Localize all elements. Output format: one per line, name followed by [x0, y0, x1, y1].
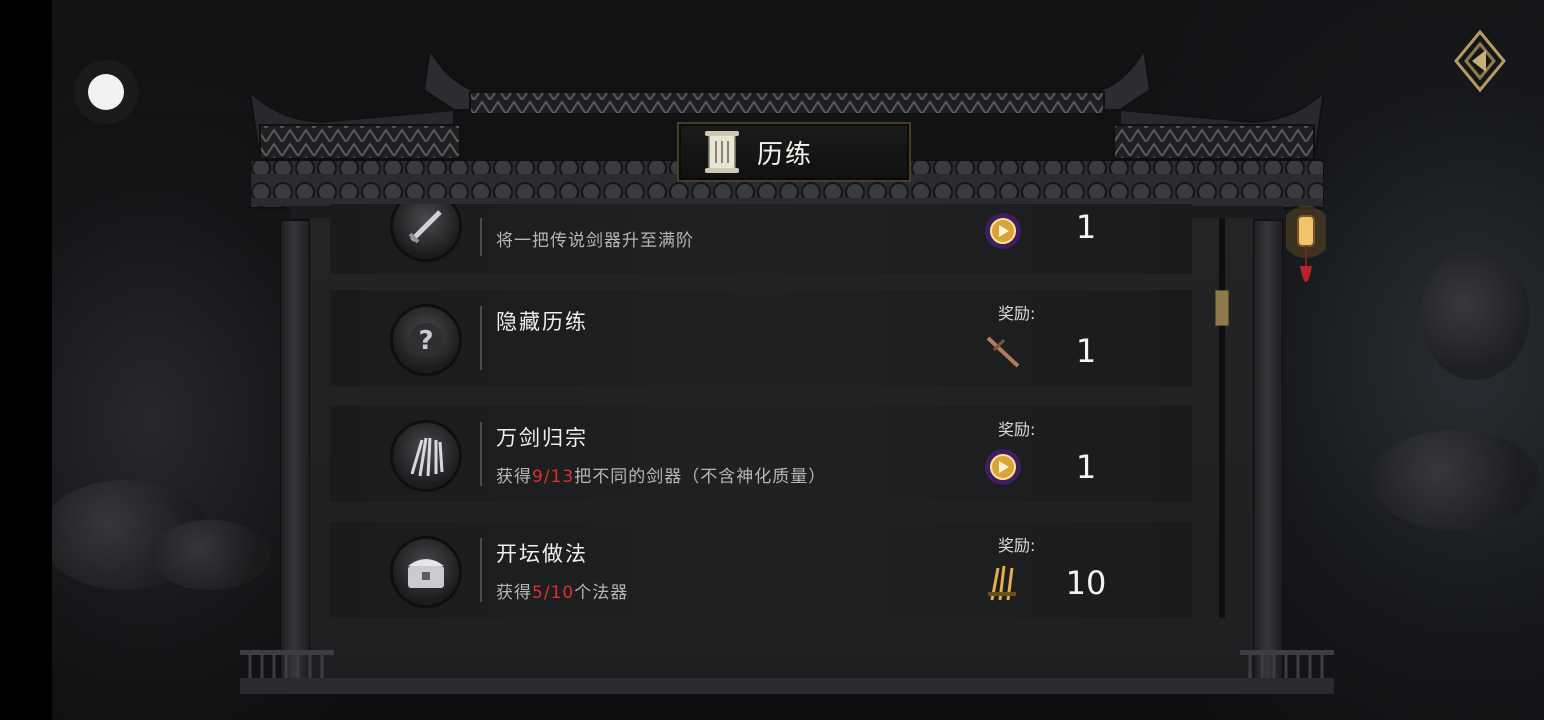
title-plaque: 历练: [677, 122, 911, 182]
task-row[interactable]: ? 隐藏历练 奖励: 1: [330, 290, 1192, 386]
lantern-icon: [1286, 206, 1326, 282]
reward-label: 奖励:: [998, 304, 1036, 323]
golden-daggers-icon: [988, 565, 1016, 601]
task-name: 开坛做法: [496, 542, 588, 566]
purple-orb-icon: [985, 449, 1021, 485]
row-divider: [480, 538, 482, 602]
task-list[interactable]: 将一把传说剑器升至满阶 1 ? 隐藏历练 奖励: 1 万剑归宗 获得9/13把不…: [330, 204, 1192, 618]
task-row[interactable]: 万剑归宗 获得9/13把不同的剑器（不含神化质量） 奖励: 1: [330, 406, 1192, 502]
background-rock: [1420, 250, 1530, 380]
pavilion-base-railing: [240, 650, 1334, 694]
many-swords-icon: [390, 420, 462, 492]
back-diamond-icon[interactable]: [1450, 28, 1510, 94]
question-icon: ?: [390, 304, 462, 376]
task-description: 获得9/13把不同的剑器（不含神化质量）: [496, 467, 827, 487]
scrollbar-track[interactable]: [1219, 218, 1225, 618]
reward-count: 1: [1075, 448, 1097, 486]
right-pillar: [1253, 220, 1283, 690]
svg-text:?: ?: [418, 326, 433, 356]
treasure-chest-icon: [390, 536, 462, 608]
menu-circle-button[interactable]: [74, 60, 138, 124]
page-title: 历练: [757, 139, 814, 170]
reward-count: 1: [1075, 208, 1097, 246]
task-description: 获得5/10个法器: [496, 583, 629, 603]
row-divider: [480, 218, 482, 256]
row-divider: [480, 306, 482, 370]
progress-current: 9: [532, 467, 544, 487]
reward-count: 1: [1075, 332, 1097, 370]
background-rock: [1370, 430, 1540, 530]
progress-current: 5: [532, 583, 544, 603]
task-name: 万剑归宗: [496, 426, 588, 450]
reward-count: 10: [1065, 564, 1107, 602]
task-row[interactable]: 开坛做法 获得5/10个法器 奖励: 10: [330, 522, 1192, 618]
scroll-icon: [705, 131, 739, 173]
left-pillar: [280, 220, 310, 690]
reward-label: 奖励:: [998, 536, 1036, 555]
sword-icon: [390, 204, 462, 262]
task-name: 隐藏历练: [496, 310, 588, 334]
progress-total: 10: [550, 583, 575, 603]
task-row[interactable]: 将一把传说剑器升至满阶 1: [330, 204, 1192, 274]
left-black-bar: [0, 0, 52, 720]
purple-orb-icon: [985, 213, 1021, 249]
bronze-sword-icon: [986, 336, 1020, 368]
progress-total: 13: [550, 467, 575, 487]
row-divider: [480, 422, 482, 486]
task-description: 将一把传说剑器升至满阶: [496, 231, 694, 251]
reward-label: 奖励:: [998, 420, 1036, 439]
circle-dot-icon: [88, 74, 124, 110]
scrollbar-thumb[interactable]: [1215, 290, 1229, 326]
